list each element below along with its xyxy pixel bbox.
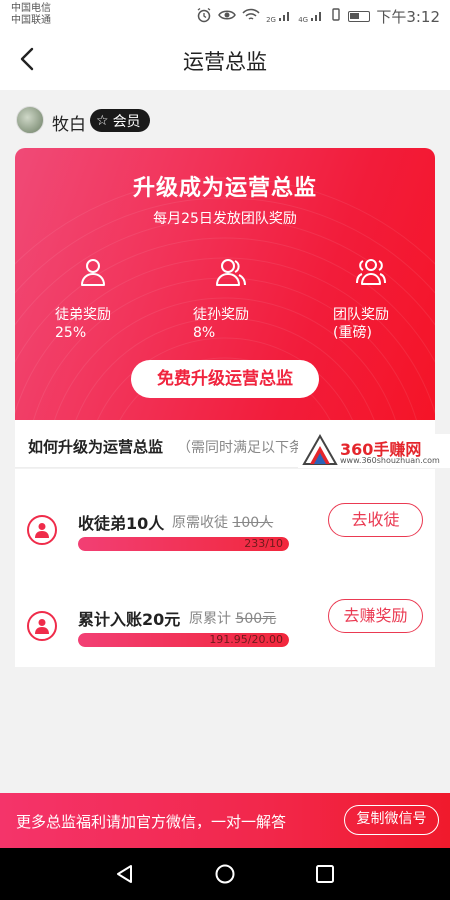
benefit-label: 徒弟奖励 [55,307,111,323]
benefit-value: 25% [55,325,87,341]
status-bar: 中国电信 中国联通 2G 4G 下午3:12 [0,0,450,30]
footer-text: 更多总监福利请加官方微信，一对一解答 [16,813,287,831]
task-title: 累计入账20元 [78,610,181,629]
progress-bar: 233/10 [78,537,289,551]
earn-reward-button[interactable]: 去赚奖励 [328,599,423,633]
group-icon [356,259,386,285]
home-circle-icon[interactable] [214,863,236,885]
task-req-old: 100人 [232,515,274,531]
two-persons-icon [216,259,246,286]
task-req-prefix: 原累计 [189,611,231,627]
progress-text: 191.95/20.00 [209,633,283,646]
recruit-button[interactable]: 去收徒 [328,503,423,537]
recents-square-icon[interactable] [314,863,336,885]
battery-icon [348,11,371,22]
task-recruit: 收徒弟10人 原需收徒 100人 233/10 去收徒 [15,503,435,573]
signal-icon: 2G [266,10,292,24]
watermark-logo-icon [302,434,338,465]
footer-banner: 更多总监福利请加官方微信，一对一解答 复制微信号 [0,793,450,848]
signal-icon-2: 4G [298,10,324,24]
progress-text: 233/10 [244,537,283,550]
network-4g-label: 4G [298,15,309,24]
back-triangle-icon[interactable] [114,863,136,885]
benefit-disciple: 徒弟奖励 25% [55,256,165,342]
wifi-icon [242,8,260,26]
status-icons: 2G 4G 下午3:12 [196,6,440,27]
user-icon [27,611,57,641]
task-req-prefix: 原需收徒 [172,515,228,531]
member-badge: ☆ 会员 [90,109,150,132]
benefit-value: 8% [193,325,216,341]
person-icon [81,259,105,286]
alarm-icon [196,7,212,27]
benefit-label: 团队奖励 [333,307,389,323]
task-requirement: 原累计 500元 [189,608,276,628]
progress-bar: 191.95/20.00 [78,633,289,647]
benefit-value: (重磅) [333,325,372,341]
network-2g-label: 2G [266,15,276,24]
watermark: 360手赚网 www.360shouzhuan.com [298,434,450,468]
task-req-old: 500元 [235,611,277,627]
user-row: 牧白 ☆ 会员 [0,92,450,148]
carrier-2: 中国联通 [11,15,51,26]
status-time: 下午3:12 [376,8,440,26]
carrier-1: 中国电信 [11,3,51,14]
nav-bar: 运营总监 [0,30,450,90]
watermark-url: www.360shouzhuan.com [340,456,440,465]
page-title: 运营总监 [183,50,267,74]
benefit-label: 徒孙奖励 [193,307,249,323]
task-title: 收徒弟10人 [78,514,165,533]
promo-title: 升级成为运营总监 [132,176,317,201]
user-name: 牧白 [52,115,86,135]
howto-title: 如何升级为运营总监 [28,438,164,456]
mute-icon [330,7,342,26]
user-icon [27,515,57,545]
copy-wechat-button[interactable]: 复制微信号 [344,805,439,835]
howto-subtitle: （需同时满足以下条 [177,440,303,456]
benefit-grand-disciple: 徒孙奖励 8% [193,256,303,342]
free-upgrade-button[interactable]: 免费升级运营总监 [131,360,319,398]
task-earnings: 累计入账20元 原累计 500元 191.95/20.00 去赚奖励 [15,599,435,669]
benefit-team: 团队奖励 (重磅) [333,256,435,342]
star-outline-icon: ☆ [96,112,109,129]
system-nav-bar [0,848,450,900]
promo-card: 升级成为运营总监 每月25日发放团队奖励 徒弟奖励 25% 徒孙奖励 8% 团队… [15,148,435,420]
member-badge-label: 会员 [112,113,141,130]
avatar[interactable] [16,106,44,134]
eye-icon [218,8,236,26]
tasks-card: 收徒弟10人 原需收徒 100人 233/10 去收徒 累计入账20元 原累计 … [15,469,435,667]
task-requirement: 原需收徒 100人 [172,512,273,532]
promo-subtitle: 每月25日发放团队奖励 [153,211,297,227]
